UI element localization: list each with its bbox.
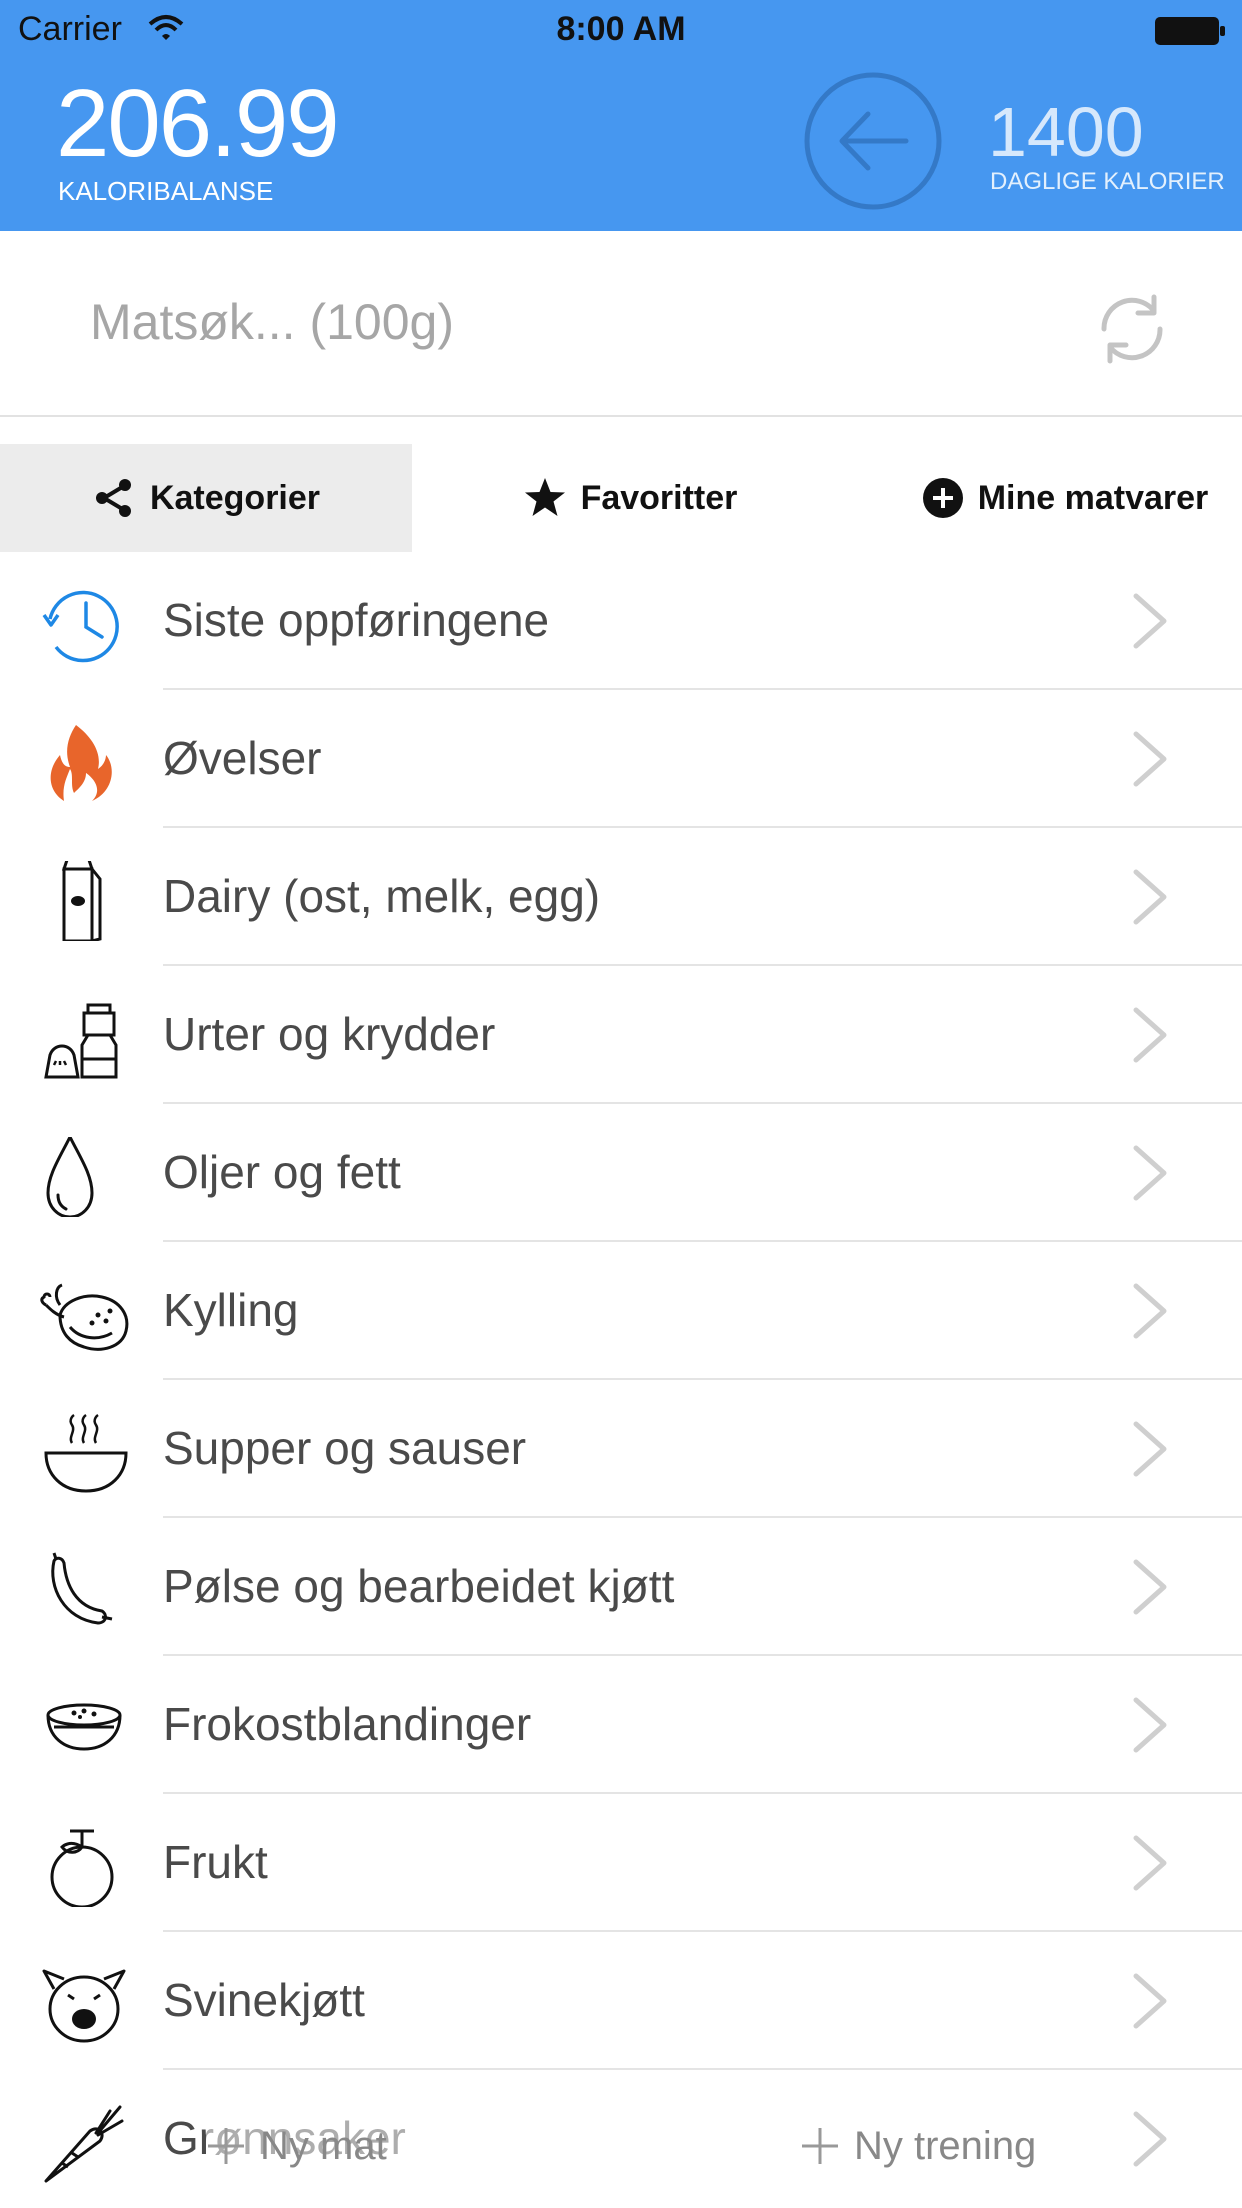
category-label: Supper og sauser (163, 1422, 527, 1474)
category-label: Dairy (ost, melk, egg) (163, 870, 601, 922)
fruit-icon (50, 1829, 114, 1907)
list-item[interactable]: Dairy (ost, melk, egg) (0, 828, 1242, 966)
plus-icon (208, 2128, 244, 2164)
carrot-icon (44, 2105, 124, 2183)
soup-bowl-icon (44, 1413, 128, 1493)
calorie-balance-value: 206.99 (56, 70, 340, 177)
chevron-right-icon (1133, 1835, 1167, 1891)
category-label: Oljer og fett (163, 1146, 401, 1198)
back-arrow-button[interactable] (802, 70, 944, 212)
chevron-right-icon (1133, 1421, 1167, 1477)
tab-my-foods[interactable]: Mine matvarer (898, 444, 1232, 552)
list-item[interactable]: Øvelser (0, 690, 1242, 828)
daily-calories-label: DAGLIGE KALORIER (990, 168, 1225, 195)
list-item[interactable]: Oljer og fett (0, 1104, 1242, 1242)
pig-icon (42, 1969, 126, 2043)
calorie-balance-label: KALORIBALANSE (58, 176, 274, 206)
list-item[interactable]: Urter og krydder (0, 966, 1242, 1104)
battery-icon (1155, 17, 1225, 45)
spice-shaker-icon (44, 1003, 118, 1079)
tab-favorites[interactable]: Favoritter (500, 444, 760, 552)
list-item[interactable]: Frokostblandinger (0, 1656, 1242, 1794)
star-icon (524, 478, 565, 516)
chevron-right-icon (1133, 593, 1167, 649)
status-bar: Carrier 8:00 AM (0, 0, 1242, 60)
tab-label: Mine matvarer (977, 478, 1209, 517)
chevron-right-icon (1133, 1973, 1167, 2029)
list-item[interactable]: Kylling (0, 1242, 1242, 1380)
category-label: Frukt (163, 1836, 268, 1888)
chevron-right-icon (1133, 731, 1167, 787)
chevron-right-icon (1133, 1559, 1167, 1615)
new-workout-label: Ny trening (854, 2123, 1037, 2168)
category-label: Svinekjøtt (163, 1974, 365, 2026)
category-label: Siste oppføringene (163, 594, 550, 646)
status-time: 8:00 AM (556, 10, 686, 48)
category-label: Kylling (163, 1284, 299, 1336)
new-food-button[interactable]: Ny mat (206, 2105, 422, 2187)
food-search-input[interactable] (88, 281, 992, 363)
category-label: Øvelser (163, 732, 322, 784)
new-food-label: Ny mat (260, 2123, 387, 2168)
flame-icon (50, 725, 112, 801)
chevron-right-icon (1133, 1697, 1167, 1753)
header-bar: Carrier 8:00 AM 206.99 KALORIBALANSE 140… (0, 0, 1242, 231)
chevron-right-icon (1133, 2111, 1167, 2167)
plus-icon (802, 2128, 838, 2164)
tab-label: Favoritter (580, 478, 738, 517)
refresh-icon[interactable] (1092, 289, 1172, 369)
category-label: Urter og krydder (163, 1008, 496, 1060)
cereal-bowl-icon (46, 1703, 122, 1751)
category-label: Frokostblandinger (163, 1698, 532, 1750)
plus-circle-icon (922, 478, 963, 518)
tab-categories[interactable]: Kategorier (0, 444, 412, 552)
list-item[interactable]: Svinekjøtt (0, 1932, 1242, 2070)
chevron-right-icon (1133, 869, 1167, 925)
sausage-icon (51, 1552, 113, 1625)
chevron-right-icon (1133, 1145, 1167, 1201)
oil-drop-icon (46, 1137, 94, 1217)
new-workout-button[interactable]: Ny trening (800, 2105, 1060, 2187)
category-list: Siste oppføringene Øvelser Dairy (ost, m… (0, 552, 1242, 2208)
category-tabs: Kategorier Favoritter Mine matvarer (0, 444, 1242, 552)
milk-carton-icon (61, 861, 102, 941)
list-item[interactable]: Frukt (0, 1794, 1242, 1932)
share-icon (95, 479, 131, 517)
chevron-right-icon (1133, 1007, 1167, 1063)
list-item[interactable]: Siste oppføringene (0, 552, 1242, 690)
search-bar (0, 231, 1242, 417)
tab-label: Kategorier (149, 478, 321, 517)
daily-calories-value: 1400 (988, 93, 1144, 171)
chevron-right-icon (1133, 1283, 1167, 1339)
category-label: Pølse og bearbeidet kjøtt (163, 1560, 675, 1612)
clock-history-icon (42, 590, 119, 663)
list-item[interactable]: Pølse og bearbeidet kjøtt (0, 1518, 1242, 1656)
roast-chicken-icon (40, 1283, 129, 1351)
list-item[interactable]: Supper og sauser (0, 1380, 1242, 1518)
